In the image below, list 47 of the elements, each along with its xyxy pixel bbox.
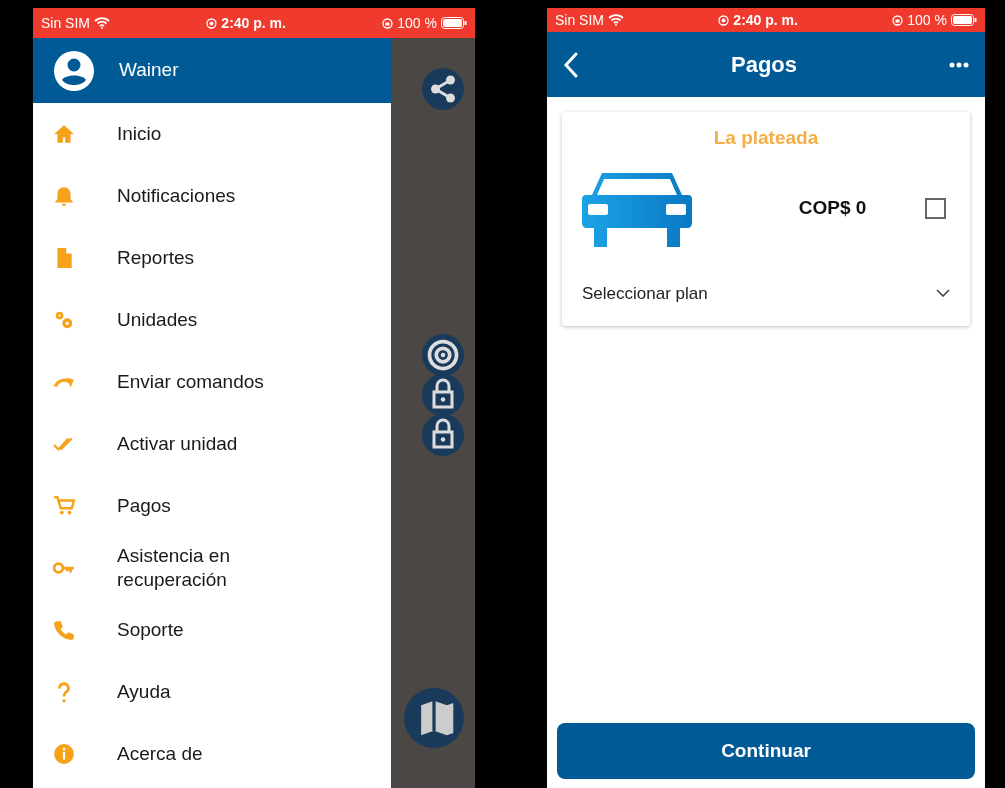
clock: 2:40 p. m. [733, 10, 798, 30]
user-name: Wainer [119, 58, 179, 83]
padlock-icon[interactable] [422, 374, 464, 416]
map-icon[interactable] [404, 688, 464, 748]
screen-title: Pagos [731, 51, 797, 79]
vehicle-name: La plateada [713, 126, 819, 150]
menu-item[interactable]: Notificaciones [33, 165, 391, 227]
battery-percent: 100 % [907, 10, 947, 30]
menu-item[interactable]: Enviar comandos [33, 351, 391, 413]
wifi-icon [94, 17, 110, 29]
battery-percent: 100 % [397, 13, 437, 33]
menu-item[interactable]: Ayuda [33, 661, 391, 723]
carrier: Sin SIM [41, 13, 90, 33]
more-icon[interactable] [949, 61, 969, 68]
menu-item[interactable]: Inicio [33, 103, 391, 165]
rotation-lock-icon [382, 17, 394, 29]
back-icon[interactable] [563, 51, 579, 78]
home-icon [53, 123, 75, 145]
checkbox[interactable] [925, 198, 946, 219]
clock: 2:40 p. m. [221, 13, 286, 33]
menu-item[interactable]: Soporte [33, 599, 391, 661]
battery-icon [441, 17, 467, 29]
chevron-down-icon [936, 289, 950, 298]
info-icon [53, 743, 75, 765]
wifi-icon [608, 14, 624, 26]
broadcast-icon[interactable] [422, 334, 464, 376]
plan-select-field[interactable]: Seleccionar plan [582, 280, 832, 306]
share-icon[interactable] [422, 68, 464, 110]
price: COP$ 0 [798, 196, 867, 221]
menu-item[interactable]: Pagos [33, 475, 391, 537]
menu-item[interactable]: Asistencia en recuperación [33, 537, 391, 599]
location-icon [718, 14, 730, 26]
menu-item[interactable]: Activar unidad [33, 413, 391, 475]
padlock-icon[interactable] [422, 414, 464, 456]
location-icon [206, 17, 218, 29]
cart-icon [53, 495, 75, 517]
menu-item[interactable]: Acerca de [33, 723, 391, 785]
battery-icon [951, 14, 977, 26]
rotation-lock-icon [892, 14, 904, 26]
user-avatar-icon [53, 49, 95, 92]
gears-icon [53, 309, 75, 331]
carrier: Sin SIM [555, 10, 604, 30]
phone-icon [53, 619, 75, 641]
bell-icon [53, 185, 75, 207]
menu-item[interactable]: Reportes [33, 227, 391, 289]
continue-button[interactable]: Continuar [557, 723, 975, 779]
menu-item[interactable]: Unidades [33, 289, 391, 351]
